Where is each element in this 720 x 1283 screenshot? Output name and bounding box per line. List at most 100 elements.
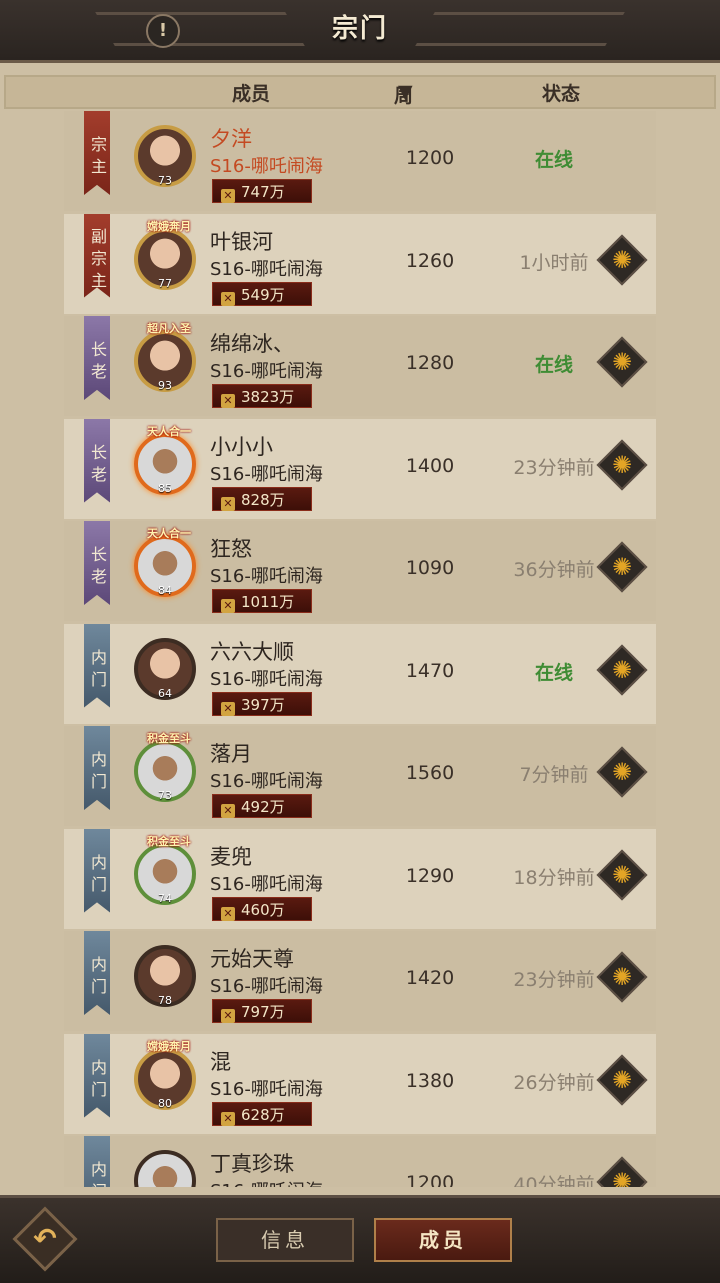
avatar[interactable]: 积金至斗 74 bbox=[134, 835, 196, 905]
member-server: S16-哪吒闹海 bbox=[210, 1177, 323, 1187]
member-name: 落月 bbox=[210, 742, 252, 766]
member-name: 绵绵冰、 bbox=[210, 332, 294, 356]
member-status: 40分钟前 bbox=[513, 1174, 595, 1187]
sword-icon: ✕ bbox=[221, 1009, 235, 1023]
title-badge: 超凡入圣 bbox=[147, 322, 191, 335]
title-badge: 天人合一 bbox=[147, 527, 191, 540]
weekly-activity-value: 1560 bbox=[405, 762, 455, 784]
title-badge: 积金至斗 bbox=[147, 834, 191, 848]
weekly-activity-value: 1200 bbox=[405, 147, 455, 169]
sword-icon: ✕ bbox=[221, 1111, 235, 1126]
member-row[interactable]: 长老 天人合一 85 小小小 S16-哪吒闹海 ✕ 828万 1400 23分钟前 ✺ bbox=[64, 418, 656, 519]
member-row[interactable]: 内门 64 六六大顺 S16-哪吒闹海 ✕ 397万 1470 在线 ✺ bbox=[64, 623, 656, 724]
gear-icon: ✺ bbox=[611, 245, 633, 274]
combat-power-value: 1011万 bbox=[241, 593, 295, 611]
member-server: S16-哪吒闹海 bbox=[210, 258, 323, 280]
member-status: 1小时前 bbox=[519, 251, 589, 274]
member-list[interactable]: 宗主 73 夕洋 S16-哪吒闹海 ✕ 747万 1200 在线 副宗主 嫦娥奔月 77 叶银河 S16… bbox=[0, 111, 720, 1187]
member-server: S16-哪吒闹海 bbox=[210, 873, 323, 895]
manage-button[interactable]: ✺ bbox=[596, 951, 648, 1003]
member-name: 丁真珍珠 bbox=[210, 1152, 294, 1176]
weekly-activity-value: 1420 bbox=[405, 967, 455, 989]
weekly-activity-value: 1400 bbox=[405, 454, 455, 477]
level-label: 73 bbox=[158, 789, 172, 802]
member-row[interactable]: 内门 78 元始天尊 S16-哪吒闹海 ✕ 797万 1420 23分钟前 ✺ bbox=[64, 931, 656, 1031]
avatar[interactable]: 超凡入圣 93 bbox=[134, 322, 196, 392]
manage-button[interactable]: ✺ bbox=[596, 439, 648, 490]
manage-button[interactable]: ✺ bbox=[596, 336, 648, 388]
manage-button[interactable]: ✺ bbox=[596, 234, 648, 285]
combat-power-value: 549万 bbox=[241, 285, 285, 304]
member-name: 夕洋 bbox=[210, 127, 252, 151]
manage-button[interactable]: ✺ bbox=[596, 541, 648, 593]
gear-icon: ✺ bbox=[611, 1065, 633, 1094]
member-server: S16-哪吒闹海 bbox=[210, 976, 323, 997]
member-row[interactable]: 内门 嫦娥奔月 80 混 S16-哪吒闹海 ✕ 628万 1380 26分钟前 ✺ bbox=[64, 1033, 656, 1134]
member-server: S16-哪吒闹海 bbox=[210, 771, 323, 792]
sword-icon: ✕ bbox=[221, 906, 235, 921]
title-badge: 嫦娥奔月 bbox=[147, 219, 191, 233]
rank-ribbon: 内门 bbox=[84, 931, 110, 1015]
member-status: 7分钟前 bbox=[519, 764, 589, 786]
rank-ribbon: 内门 bbox=[84, 726, 110, 810]
rank-ribbon: 宗主 bbox=[84, 111, 110, 195]
member-server: S16-哪吒闹海 bbox=[210, 361, 323, 382]
member-server: S16-哪吒闹海 bbox=[210, 668, 323, 690]
member-status: 18分钟前 bbox=[513, 866, 595, 889]
member-row[interactable]: 宗主 73 夕洋 S16-哪吒闹海 ✕ 747万 1200 在线 bbox=[64, 111, 656, 211]
member-row[interactable]: 内门 积金至斗 73 落月 S16-哪吒闹海 ✕ 492万 1560 7分钟前 ✺ bbox=[64, 726, 656, 826]
avatar[interactable]: 天人合一 85 bbox=[134, 425, 196, 495]
tab-members[interactable]: 成员 bbox=[374, 1218, 512, 1262]
rank-ribbon: 长老 bbox=[84, 316, 110, 400]
sword-icon: ✕ bbox=[221, 496, 235, 511]
gear-icon: ✺ bbox=[611, 450, 633, 479]
level-label: 64 bbox=[158, 686, 172, 700]
sword-icon: ✕ bbox=[221, 291, 235, 306]
avatar[interactable]: 天人合一 84 bbox=[134, 527, 196, 597]
combat-power-value: 828万 bbox=[241, 490, 285, 509]
combat-power-value: 628万 bbox=[241, 1105, 285, 1124]
rank-ribbon: 长老 bbox=[84, 418, 110, 503]
avatar[interactable]: 73 bbox=[134, 125, 196, 187]
avatar[interactable]: 积金至斗 73 bbox=[134, 732, 196, 802]
avatar[interactable]: 64 bbox=[134, 637, 196, 700]
member-row[interactable]: 长老 超凡入圣 93 绵绵冰、 S16-哪吒闹海 ✕ 3823万 1280 在线 ✺ bbox=[64, 316, 656, 416]
member-server: S16-哪吒闹海 bbox=[210, 1078, 323, 1100]
weekly-activity-value: 1290 bbox=[405, 864, 455, 887]
avatar[interactable]: 嫦娥奔月 80 bbox=[134, 1040, 196, 1110]
manage-button[interactable]: ✺ bbox=[596, 849, 648, 900]
member-row[interactable]: 内门 丁真珍珠S16-哪吒闹海 1200 40分钟前 ✺ bbox=[64, 1136, 656, 1187]
member-panel: 成员 周活跃▼ 状态 宗主73夕洋S16-哪吒闹海✕747万1200在线副宗主嫦… bbox=[0, 63, 720, 1195]
rank-ribbon: 副宗主 bbox=[84, 213, 110, 298]
bottom-bar: ↶ 信息 成员 bbox=[0, 1195, 720, 1283]
member-status: 23分钟前 bbox=[513, 969, 595, 991]
manage-button[interactable]: ✺ bbox=[596, 644, 648, 695]
avatar[interactable]: 78 bbox=[134, 945, 196, 1007]
manage-button[interactable]: ✺ bbox=[596, 1054, 648, 1105]
combat-power-value: 397万 bbox=[241, 695, 285, 714]
page-title: 宗门 bbox=[331, 14, 388, 44]
member-server: S16-哪吒闹海 bbox=[210, 463, 323, 485]
back-button[interactable]: ↶ bbox=[12, 1206, 78, 1272]
rank-ribbon: 内门 bbox=[84, 623, 110, 708]
sort-chevron-down-icon: ▼ bbox=[398, 81, 413, 103]
combat-power-value: 460万 bbox=[241, 900, 285, 919]
member-row[interactable]: 内门 积金至斗 74 麦兜 S16-哪吒闹海 ✕ 460万 1290 18分钟前 ✺ bbox=[64, 828, 656, 929]
table-header: 成员 周活跃▼ 状态 bbox=[4, 75, 716, 161]
combat-power-value: 3823万 bbox=[241, 388, 295, 406]
combat-power: ✕ 797万 bbox=[212, 999, 312, 1023]
sword-icon: ✕ bbox=[221, 804, 235, 818]
combat-power: ✕ 549万 bbox=[212, 281, 312, 306]
avatar[interactable] bbox=[134, 1150, 196, 1187]
member-name: 叶银河 bbox=[210, 229, 273, 254]
member-row[interactable]: 长老 天人合一 84 狂怒 S16-哪吒闹海 ✕ 1011万 1090 36分钟前 ✺ bbox=[64, 521, 656, 621]
title-badge: 积金至斗 bbox=[147, 732, 191, 745]
combat-power-value: 747万 bbox=[241, 183, 285, 201]
tab-info[interactable]: 信息 bbox=[216, 1218, 354, 1262]
level-label: 80 bbox=[158, 1096, 172, 1110]
title-badge: 嫦娥奔月 bbox=[147, 1039, 191, 1053]
avatar[interactable]: 嫦娥奔月 77 bbox=[134, 220, 196, 290]
member-row[interactable]: 副宗主 嫦娥奔月 77 叶银河 S16-哪吒闹海 ✕ 549万 1260 1小时前 ✺ bbox=[64, 213, 656, 314]
member-name: 混 bbox=[210, 1049, 231, 1074]
manage-button[interactable]: ✺ bbox=[596, 746, 648, 798]
